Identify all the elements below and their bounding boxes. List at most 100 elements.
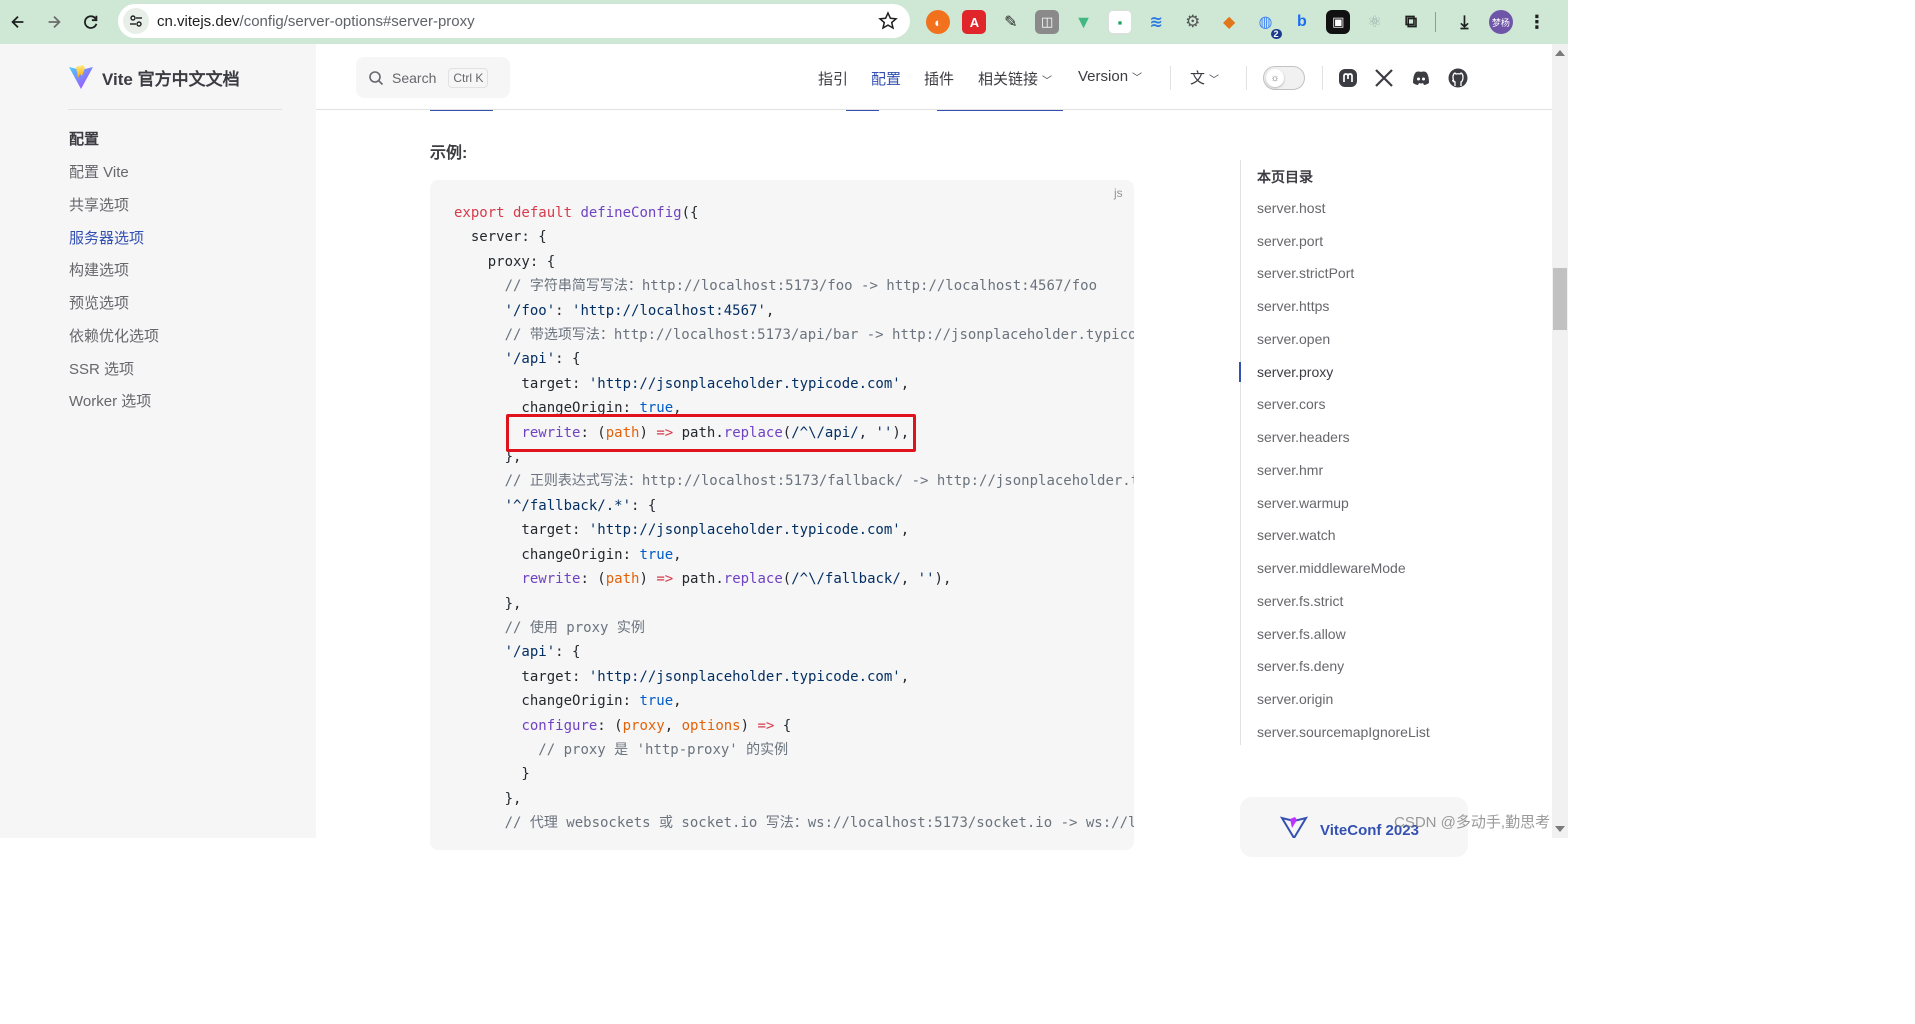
- outline-item[interactable]: server.fs.allow: [1257, 626, 1346, 642]
- sidebar-item-shared-options[interactable]: 共享选项: [69, 194, 129, 215]
- outline-track: [1240, 160, 1241, 745]
- outline-item[interactable]: server.warmup: [1257, 495, 1349, 511]
- sidebar-group-title: 配置: [69, 131, 100, 148]
- outline-item[interactable]: server.middlewareMode: [1257, 560, 1406, 576]
- x-twitter-icon[interactable]: [1373, 67, 1395, 89]
- outline-item[interactable]: server.https: [1257, 298, 1329, 314]
- extension-gear-icon[interactable]: ⚙: [1181, 10, 1205, 34]
- chevron-down-icon: ﹀: [1209, 75, 1220, 86]
- download-icon[interactable]: ⤓: [1452, 10, 1476, 34]
- code-block: export default defineConfig({ server: { …: [430, 180, 1134, 850]
- outline-item[interactable]: server.watch: [1257, 527, 1336, 543]
- forward-icon[interactable]: [36, 4, 72, 40]
- outline-item[interactable]: server.cors: [1257, 396, 1325, 412]
- sidebar-item-server-options[interactable]: 服务器选项: [69, 227, 144, 248]
- vue-devtools-icon[interactable]: ▼: [1072, 10, 1096, 34]
- sidebar-item-config-vite[interactable]: 配置 Vite: [69, 161, 129, 182]
- appearance-toggle[interactable]: ☼: [1263, 66, 1305, 90]
- sidebar-item-worker-options[interactable]: Worker 选项: [69, 390, 151, 411]
- mastodon-icon[interactable]: [1337, 67, 1359, 89]
- nav-links-dropdown[interactable]: 相关链接 ﹀: [978, 68, 1052, 89]
- outline-title: 本页目录: [1257, 169, 1313, 185]
- extension-green-doc-icon[interactable]: ▪: [1107, 10, 1132, 34]
- scroll-down-arrow-icon[interactable]: [1555, 826, 1565, 832]
- code-text: export default defineConfig({ server: { …: [454, 205, 1134, 832]
- extensions-puzzle-icon[interactable]: ⧉: [1399, 10, 1423, 34]
- extension-mask-icon[interactable]: ▣: [1326, 10, 1351, 34]
- github-icon[interactable]: [1447, 67, 1469, 89]
- url-text: cn.vitejs.dev/config/server-options#serv…: [157, 13, 475, 30]
- docs-sidebar: [0, 44, 316, 838]
- sun-icon: ☼: [1266, 69, 1284, 87]
- translate-icon: 文: [1190, 70, 1206, 87]
- scroll-up-arrow-icon[interactable]: [1555, 50, 1565, 56]
- bookmark-star-icon[interactable]: [878, 11, 898, 31]
- site-title: Vite 官方中文文档: [102, 69, 240, 89]
- extension-orange-icon[interactable]: ◐: [926, 10, 950, 34]
- address-bar[interactable]: cn.vitejs.dev/config/server-options#serv…: [118, 4, 910, 38]
- site-info-icon[interactable]: [123, 8, 149, 34]
- metamask-fox-icon[interactable]: ◆: [1217, 10, 1241, 34]
- nav-version-label: Version: [1078, 68, 1129, 85]
- viteconf-logo-icon: [1280, 816, 1308, 838]
- extensions-row: ◐ A ✎ ◫ ▼ ▪ ≋ ⚙ ◆ ◍ 2 b ▣ ⚛ ⧉ ⤓ 梦杨 ⋮: [926, 8, 1561, 39]
- outline-active-marker: [1239, 362, 1241, 382]
- browser-menu-icon[interactable]: ⋮: [1525, 10, 1549, 34]
- outline-item[interactable]: server.origin: [1257, 691, 1333, 707]
- chevron-down-icon: ﹀: [1042, 76, 1053, 87]
- search-shortcut-key: Ctrl K: [448, 67, 489, 88]
- outline-item[interactable]: server.strictPort: [1257, 265, 1354, 281]
- nav-version-dropdown[interactable]: Version ﹀: [1078, 68, 1142, 85]
- chevron-down-icon: ﹀: [1132, 73, 1143, 84]
- nav-guide[interactable]: 指引: [818, 68, 848, 89]
- outline-item[interactable]: server.fs.deny: [1257, 658, 1344, 674]
- outline-item[interactable]: server.hmr: [1257, 462, 1323, 478]
- reload-icon[interactable]: [73, 4, 109, 40]
- sidebar-item-build-options[interactable]: 构建选项: [69, 259, 129, 280]
- extension-a-icon[interactable]: A: [962, 10, 987, 34]
- search-button[interactable]: Search Ctrl K: [356, 57, 510, 98]
- browser-toolbar: cn.vitejs.dev/config/server-options#serv…: [0, 0, 1568, 44]
- vite-logo-icon: [69, 65, 93, 89]
- sidebar-item-preview-options[interactable]: 预览选项: [69, 292, 129, 313]
- url-path: /config/server-options#server-proxy: [239, 12, 475, 30]
- sidebar-item-ssr-options[interactable]: SSR 选项: [69, 358, 134, 379]
- profile-avatar[interactable]: 梦杨: [1488, 10, 1513, 34]
- url-host: cn.vitejs.dev: [157, 12, 240, 30]
- link-underline: [430, 101, 493, 111]
- outline-item[interactable]: server.sourcemapIgnoreList: [1257, 724, 1430, 740]
- code-language-label: js: [1114, 186, 1123, 200]
- eyedropper-icon[interactable]: ✎: [999, 10, 1023, 34]
- react-devtools-icon[interactable]: ⚛: [1363, 10, 1387, 34]
- outline-item[interactable]: server.headers: [1257, 429, 1350, 445]
- toolbar-divider: [1435, 12, 1437, 32]
- outline-item[interactable]: server.open: [1257, 331, 1330, 347]
- discord-icon[interactable]: [1410, 67, 1432, 89]
- extension-layers-icon[interactable]: ≋: [1144, 10, 1168, 34]
- nav-links-label: 相关链接: [978, 71, 1039, 88]
- site-brand[interactable]: Vite 官方中文文档: [68, 64, 240, 90]
- outline-item[interactable]: server.host: [1257, 200, 1325, 216]
- outline-item[interactable]: server.port: [1257, 233, 1323, 249]
- nav-plugins[interactable]: 插件: [924, 68, 954, 89]
- nav-config[interactable]: 配置: [871, 68, 901, 89]
- outline-item-active[interactable]: server.proxy: [1257, 364, 1333, 380]
- search-icon: [369, 70, 384, 85]
- csdn-watermark: CSDN @多动手,勤思考: [1394, 814, 1551, 831]
- search-label: Search: [392, 69, 437, 86]
- annotation-highlight-box: [506, 414, 916, 452]
- example-heading: 示例:: [430, 145, 468, 162]
- navbar-divider: [1322, 66, 1323, 90]
- page-scrollbar[interactable]: [1552, 44, 1568, 838]
- extension-grey-icon[interactable]: ◫: [1035, 10, 1060, 34]
- link-underline: [846, 101, 879, 111]
- back-icon[interactable]: [0, 4, 36, 40]
- extension-translate-icon[interactable]: ◍ 2: [1254, 10, 1282, 39]
- language-switcher[interactable]: 文 ﹀: [1190, 67, 1219, 88]
- extension-b-icon[interactable]: b: [1290, 10, 1314, 34]
- navbar-divider: [1246, 66, 1247, 90]
- sidebar-item-deps-options[interactable]: 依赖优化选项: [69, 325, 159, 346]
- outline-item[interactable]: server.fs.strict: [1257, 593, 1343, 609]
- scrollbar-thumb[interactable]: [1553, 268, 1567, 330]
- navbar-divider: [1170, 66, 1171, 90]
